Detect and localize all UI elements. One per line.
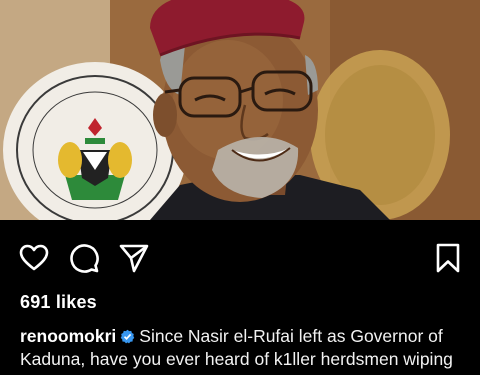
comment-icon[interactable] bbox=[68, 242, 100, 274]
verified-badge-icon bbox=[120, 329, 135, 344]
post-photo[interactable] bbox=[0, 0, 480, 220]
bookmark-icon[interactable] bbox=[432, 242, 464, 274]
caption-line-1: Since Nasir el-Rufai left as Governor of bbox=[139, 326, 443, 346]
post-caption: renoomokri Since Nasir el-Rufai left as G… bbox=[20, 325, 470, 371]
caption-line-2: Kaduna, have you ever heard of k1ller he… bbox=[20, 349, 453, 369]
heart-icon[interactable] bbox=[18, 242, 50, 274]
caption-username[interactable]: renoomokri bbox=[20, 326, 116, 346]
send-icon[interactable] bbox=[118, 242, 150, 274]
likes-count[interactable]: 691 likes bbox=[20, 292, 97, 313]
post-actions-bar bbox=[0, 220, 480, 292]
